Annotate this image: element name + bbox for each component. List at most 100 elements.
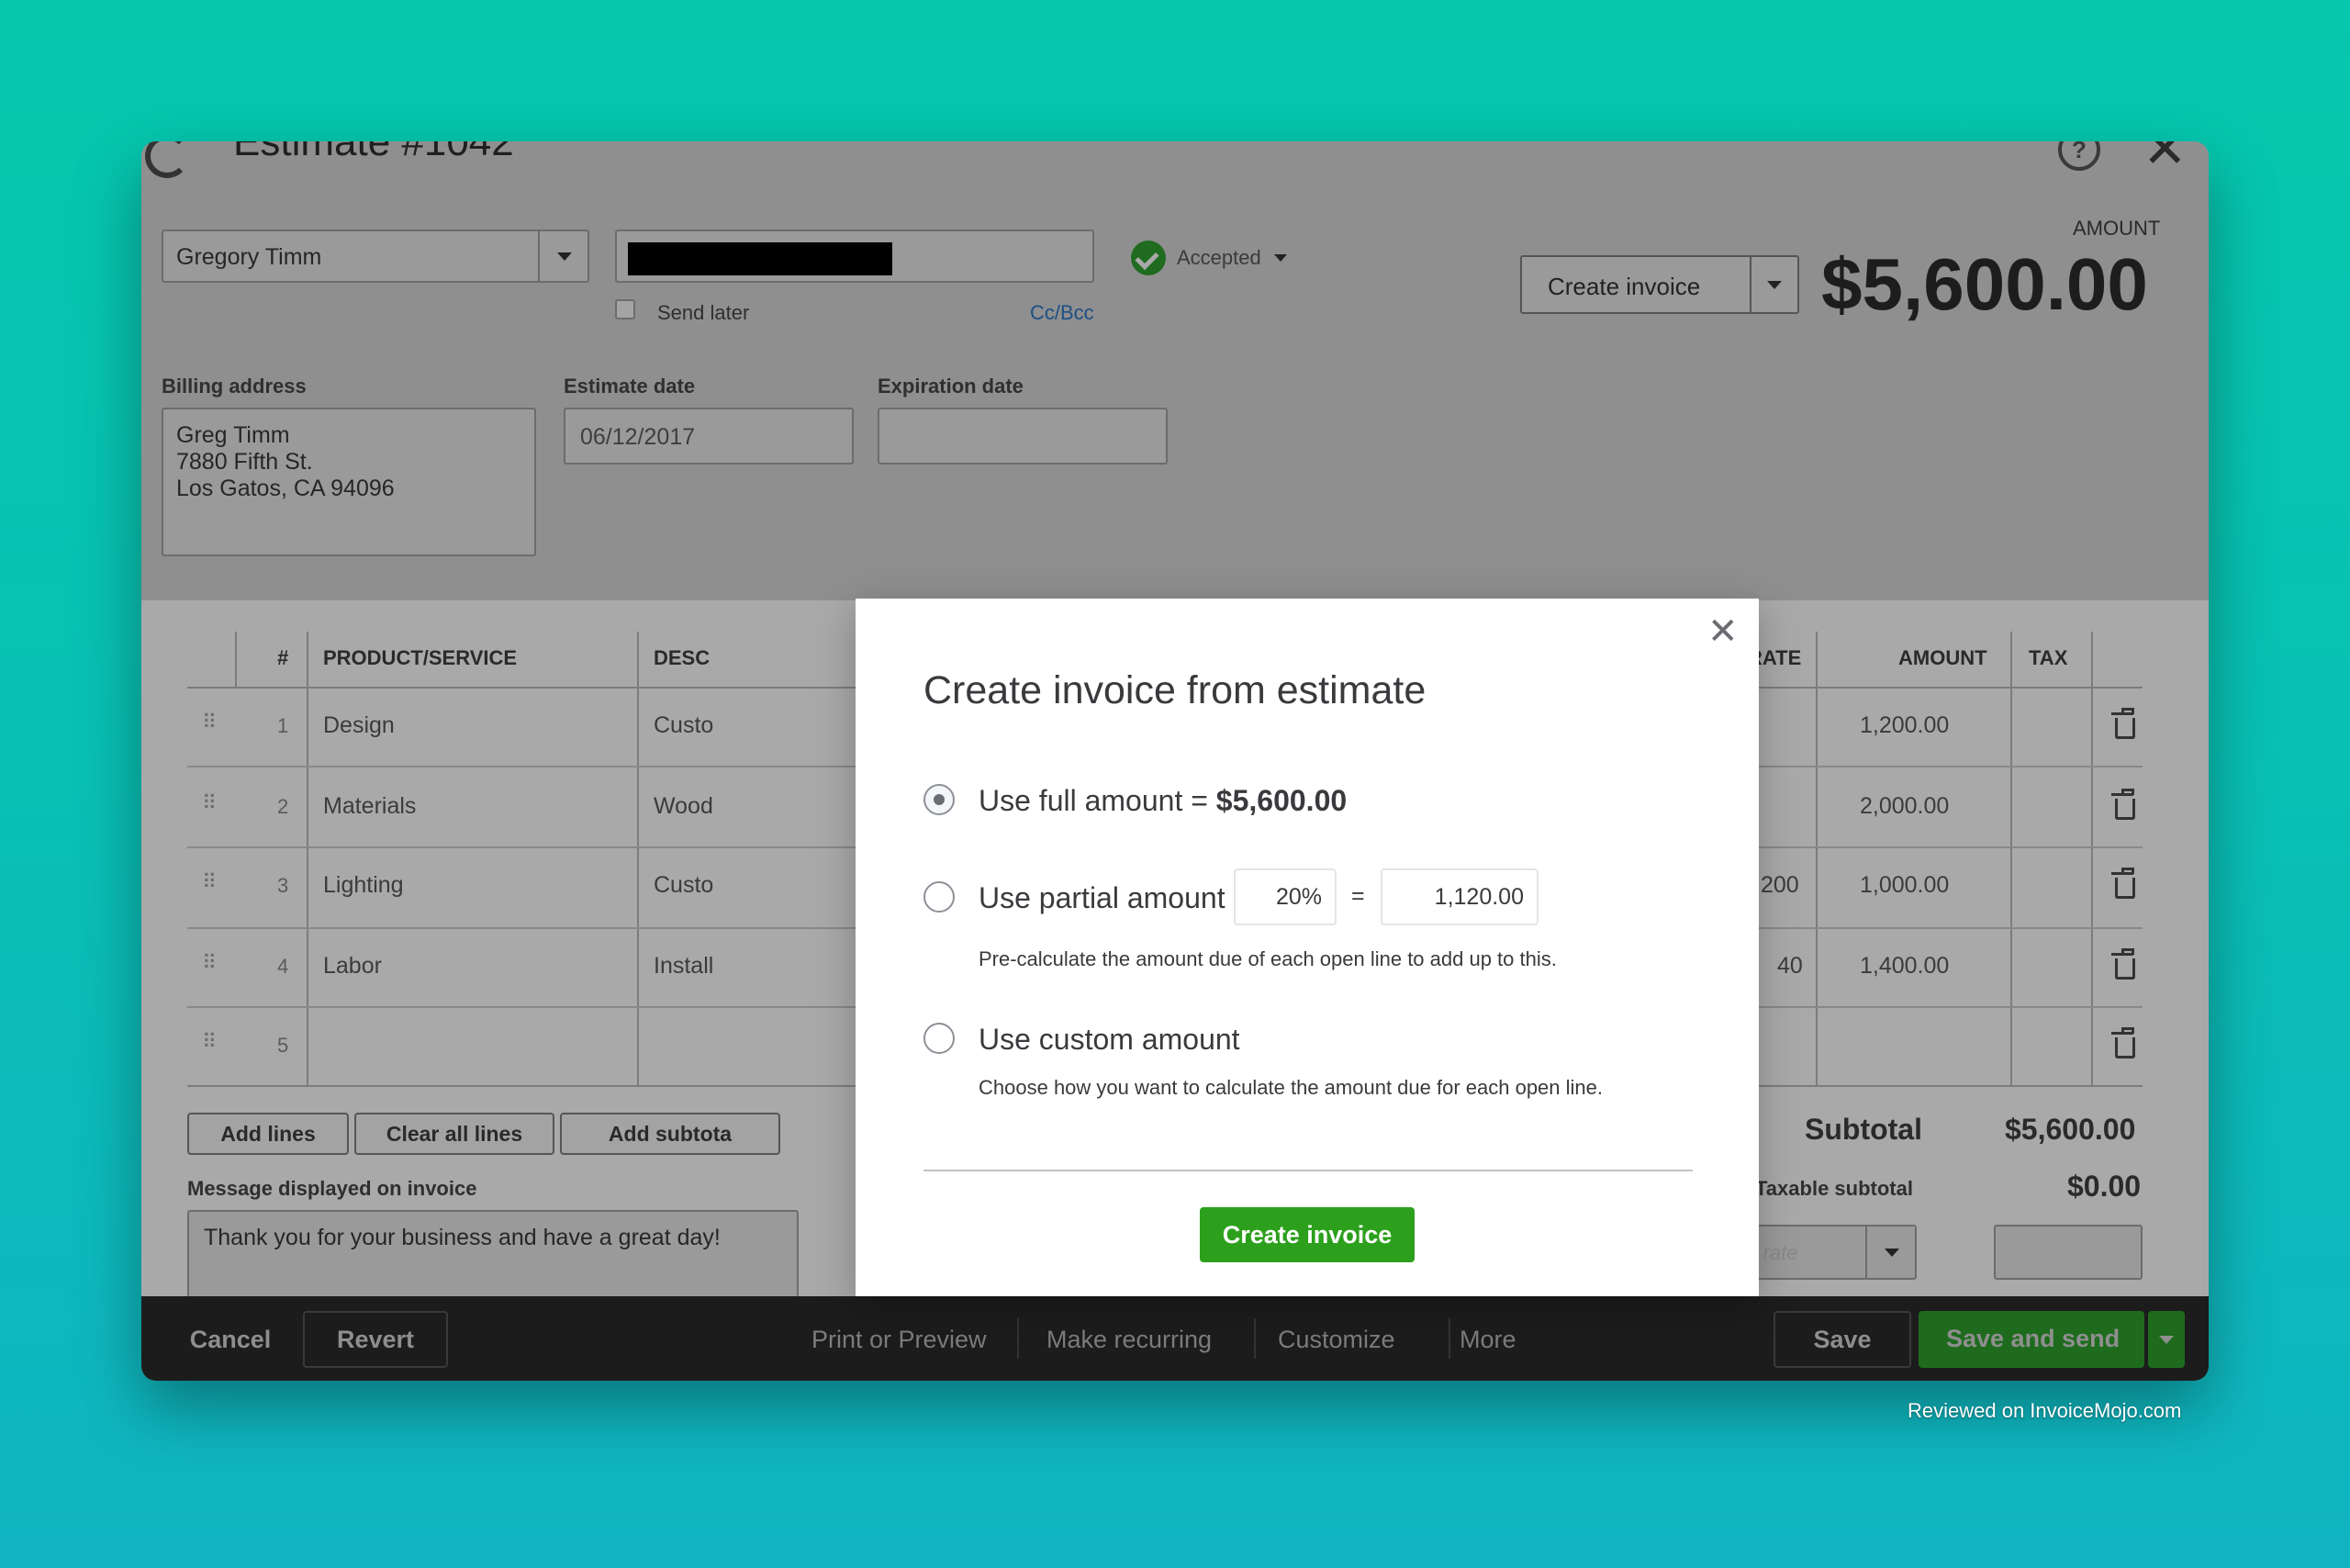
row-description[interactable]: Wood <box>654 793 713 820</box>
trash-icon[interactable] <box>2111 789 2135 820</box>
row-rate[interactable]: 40 <box>1777 953 1803 980</box>
more-link[interactable]: More <box>1460 1326 1516 1354</box>
billing-address-label: Billing address <box>162 375 307 398</box>
total-amount: $5,600.00 <box>1821 243 2148 325</box>
partial-percent-input[interactable]: 20% <box>1234 868 1337 925</box>
partial-amount-label[interactable]: Use partial amount <box>979 881 1225 915</box>
customer-select[interactable]: Gregory Timm <box>162 230 589 283</box>
chevron-down-icon <box>557 252 572 261</box>
full-amount-label: Use full amount = <box>979 784 1216 817</box>
customer-dropdown-button[interactable] <box>538 231 589 281</box>
estimate-date-value: 06/12/2017 <box>580 424 696 450</box>
subtotal-value: $5,600.00 <box>2005 1113 2136 1146</box>
row-product[interactable]: Labor <box>323 953 382 980</box>
send-later-checkbox[interactable] <box>615 299 635 319</box>
tax-rate-dropdown[interactable] <box>1865 1226 1917 1278</box>
trash-icon[interactable] <box>2111 948 2135 980</box>
row-product[interactable]: Design <box>323 712 395 739</box>
custom-amount-label[interactable]: Use custom amount <box>979 1023 1240 1057</box>
custom-amount-hint: Choose how you want to calculate the amo… <box>979 1076 1604 1099</box>
save-button[interactable]: Save <box>1774 1311 1911 1368</box>
col-product-header: PRODUCT/SERVICE <box>323 646 518 669</box>
equals-sign: = <box>1351 883 1365 909</box>
create-invoice-dropdown[interactable] <box>1750 255 1799 314</box>
chevron-down-icon <box>1885 1249 1899 1257</box>
custom-amount-radio[interactable] <box>923 1023 955 1054</box>
clear-all-lines-button[interactable]: Clear all lines <box>354 1113 554 1155</box>
col-description-header: DESC <box>654 646 711 669</box>
row-amount[interactable]: 2,000.00 <box>1860 793 1949 820</box>
revert-button[interactable]: Revert <box>303 1311 448 1368</box>
row-number: 1 <box>277 714 289 737</box>
drag-handle-icon[interactable]: ⠿ <box>202 1030 217 1054</box>
message-field[interactable]: Thank you for your business and have a g… <box>187 1210 799 1302</box>
row-number: 2 <box>277 795 289 818</box>
email-field[interactable] <box>615 230 1094 283</box>
dialog-close-icon[interactable]: ✕ <box>1707 613 1739 650</box>
partial-value-input[interactable]: 1,120.00 <box>1381 868 1539 925</box>
save-and-send-button[interactable]: Save and send <box>1919 1311 2144 1368</box>
taxable-subtotal-value: $0.00 <box>2067 1170 2142 1203</box>
save-and-send-label: Save and send <box>1946 1325 2121 1352</box>
row-number: 5 <box>277 1034 289 1057</box>
watermark-credit: Reviewed on InvoiceMojo.com <box>1908 1399 2182 1422</box>
full-amount-option[interactable]: Use full amount = $5,600.00 <box>979 784 1347 818</box>
create-invoice-button[interactable]: Create invoice <box>1520 255 1762 314</box>
footer-bar: Cancel Revert Print or Preview Make recu… <box>141 1296 2209 1381</box>
row-description[interactable]: Custo <box>654 872 713 899</box>
close-icon[interactable]: ✕ <box>2143 141 2188 176</box>
partial-amount-hint: Pre-calculate the amount due of each ope… <box>979 947 1557 970</box>
chevron-down-icon <box>1767 281 1782 289</box>
trash-icon[interactable] <box>2111 708 2135 739</box>
chevron-down-icon <box>2159 1336 2174 1344</box>
col-num-header: # <box>277 646 289 669</box>
expiration-date-input[interactable] <box>878 408 1168 465</box>
status-badge[interactable]: Accepted <box>1177 246 1261 270</box>
trash-icon[interactable] <box>2111 1027 2135 1058</box>
status-chevron-icon[interactable] <box>1274 254 1287 262</box>
dialog-title: Create invoice from estimate <box>923 668 1427 712</box>
drag-handle-icon[interactable]: ⠿ <box>202 951 217 975</box>
row-product[interactable]: Lighting <box>323 872 404 899</box>
billing-address-text: Greg Timm 7880 Fifth St. Los Gatos, CA 9… <box>176 422 395 501</box>
drag-handle-icon[interactable]: ⠿ <box>202 791 217 815</box>
add-subtotal-button[interactable]: Add subtota <box>560 1113 780 1155</box>
tax-amount-input[interactable] <box>1994 1225 2143 1280</box>
cancel-button[interactable]: Cancel <box>162 1311 299 1368</box>
row-description[interactable]: Install <box>654 953 713 980</box>
accepted-check-icon <box>1131 241 1166 275</box>
billing-address-field[interactable]: Greg Timm 7880 Fifth St. Los Gatos, CA 9… <box>162 408 536 556</box>
customize-link[interactable]: Customize <box>1278 1326 1395 1354</box>
make-recurring-link[interactable]: Make recurring <box>1046 1326 1212 1354</box>
save-and-send-dropdown[interactable] <box>2148 1311 2185 1368</box>
message-text: Thank you for your business and have a g… <box>204 1225 721 1250</box>
create-invoice-dialog: ✕ Create invoice from estimate Use full … <box>856 599 1759 1296</box>
col-amount-header: AMOUNT <box>1898 646 1987 669</box>
add-lines-button[interactable]: Add lines <box>187 1113 349 1155</box>
row-rate[interactable]: 200 <box>1761 872 1799 899</box>
dialog-divider <box>923 1170 1693 1171</box>
full-amount-radio[interactable] <box>923 784 955 815</box>
partial-amount-radio[interactable] <box>923 881 955 913</box>
col-tax-header: TAX <box>2029 646 2068 669</box>
estimate-date-input[interactable]: 06/12/2017 <box>564 408 854 465</box>
row-product[interactable]: Materials <box>323 793 416 820</box>
estimate-date-label: Estimate date <box>564 375 696 398</box>
row-number: 4 <box>277 955 289 978</box>
cc-bcc-link[interactable]: Cc/Bcc <box>1030 301 1094 325</box>
print-preview-link[interactable]: Print or Preview <box>811 1326 987 1354</box>
row-amount[interactable]: 1,200.00 <box>1860 712 1949 739</box>
row-description[interactable]: Custo <box>654 712 713 739</box>
estimate-window: Estimate #1042 ? ✕ Gregory Timm Send lat… <box>141 141 2209 1381</box>
subtotal-label: Subtotal <box>1805 1113 1922 1146</box>
row-amount[interactable]: 1,400.00 <box>1860 953 1949 980</box>
drag-handle-icon[interactable]: ⠿ <box>202 711 217 734</box>
trash-icon[interactable] <box>2111 868 2135 899</box>
taxable-subtotal-label: Taxable subtotal <box>1755 1177 1913 1200</box>
create-invoice-confirm-button[interactable]: Create invoice <box>1200 1207 1415 1262</box>
row-number: 3 <box>277 874 289 897</box>
drag-handle-icon[interactable]: ⠿ <box>202 870 217 894</box>
message-label: Message displayed on invoice <box>187 1177 477 1200</box>
page-title: Estimate #1042 <box>233 141 514 164</box>
row-amount[interactable]: 1,000.00 <box>1860 872 1949 899</box>
